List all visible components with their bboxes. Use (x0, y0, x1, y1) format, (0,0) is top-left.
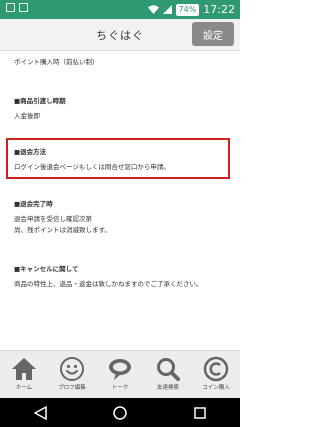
system-nav-bar (0, 398, 240, 427)
clock: 17:22 (203, 3, 235, 16)
nav-label: 友達検索 (156, 385, 179, 391)
section-title: ■商品引渡し時期 (14, 97, 66, 105)
section-withdrawal-completion: ■退会完了時 退会申請を受信し確認次第 尚、残ポイントは消滅致します。 (14, 198, 224, 236)
section-withdrawal-method: ■退会方法 ログイン後退会ページもしくは問合せ窓口から申請。 (14, 146, 224, 173)
app-header: ちぐはぐ 設定 (0, 19, 240, 51)
recents-square-icon (194, 406, 206, 419)
section-text: ログイン後退会ページもしくは問合せ窓口から申請。 (14, 163, 170, 171)
section-text: 入金後即 (14, 112, 40, 120)
section-body: 退会申請を受信し確認次第 尚、残ポイントは消滅致します。 (14, 214, 224, 236)
nav-label: コイン購入 (202, 385, 230, 391)
section-body: ログイン後退会ページもしくは問合せ窓口から申請。 (14, 162, 224, 173)
nav-label: トーク (111, 385, 129, 391)
recents-button[interactable] (193, 406, 207, 420)
bottom-nav: ホーム プロフ編集 トーク 友達検索 コイン購入 (0, 350, 240, 399)
nav-item-coin-purchase[interactable]: コイン購入 (192, 351, 240, 399)
nav-label: ホーム (15, 385, 33, 391)
nav-item-home[interactable]: ホーム (0, 351, 48, 399)
text-line: ポイント購入時（前払い制） (14, 58, 99, 66)
wifi-icon (147, 5, 159, 14)
back-triangle-icon (33, 405, 47, 420)
notification-icons (6, 3, 28, 12)
signal-icon (162, 5, 172, 14)
home-icon (12, 358, 36, 380)
section-text: 商品の特性上、返品・返金は致しかねますのでご了承ください。 (14, 280, 203, 288)
settings-button[interactable]: 設定 (192, 22, 234, 46)
section-text: 退会申請を受信し確認次第 (14, 215, 92, 223)
chat-bubble-icon (109, 359, 131, 380)
app-screen: 74% 17:22 ちぐはぐ 設定 ポイント購入時（前払い制） ■商品引渡し時期… (0, 0, 240, 427)
notification-icon (19, 3, 28, 12)
section-title: ■キャンセルに関して (14, 265, 79, 273)
nav-item-profile-edit[interactable]: プロフ編集 (48, 351, 96, 399)
nav-item-talk[interactable]: トーク (96, 351, 144, 399)
nav-label: プロフ編集 (58, 385, 86, 391)
search-icon (157, 358, 180, 381)
smiley-icon (60, 357, 84, 381)
battery-indicator: 74% (175, 3, 200, 16)
home-circle-icon (113, 405, 127, 420)
section-title: ■退会方法 (14, 148, 47, 156)
section-delivery-timing: ■商品引渡し時期 入金後即 (14, 95, 224, 122)
back-button[interactable] (33, 405, 47, 420)
section-body: 入金後即 (14, 111, 224, 122)
section-body: 商品の特性上、返品・返金は致しかねますのでご了承ください。 (14, 279, 224, 290)
terms-content[interactable]: ポイント購入時（前払い制） ■商品引渡し時期 入金後即 ■退会方法 ログイン後退… (0, 51, 240, 350)
nav-item-friend-search[interactable]: 友達検索 (144, 351, 192, 399)
section-text: 尚、残ポイントは消滅致します。 (14, 226, 111, 234)
home-button[interactable] (113, 405, 127, 420)
status-icons: 74% 17:22 (147, 2, 235, 17)
notification-icon (6, 3, 15, 12)
section-cancellation: ■キャンセルに関して 商品の特性上、返品・返金は致しかねますのでご了承ください。 (14, 263, 224, 290)
section-title: ■退会完了時 (14, 200, 53, 208)
coin-icon (203, 356, 229, 382)
status-bar: 74% 17:22 (0, 0, 240, 19)
